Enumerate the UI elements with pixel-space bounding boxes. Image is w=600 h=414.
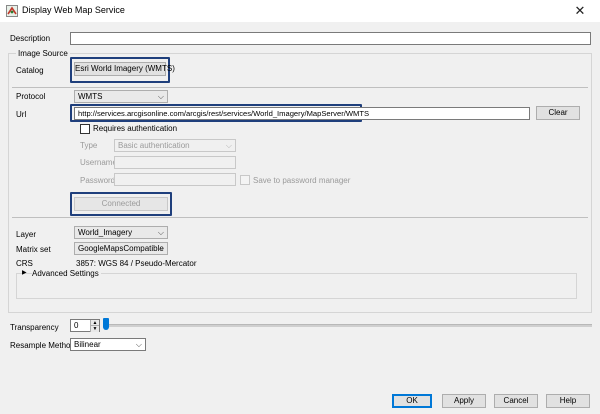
requires-auth-label: Requires authentication — [93, 124, 178, 133]
layer-label: Layer — [16, 230, 37, 239]
resample-value: Bilinear — [74, 340, 101, 349]
transparency-slider-track[interactable] — [104, 324, 592, 327]
protocol-value: WMTS — [78, 92, 103, 101]
chevron-down-icon: ⌵ — [157, 244, 164, 253]
app-icon — [6, 5, 18, 17]
close-button[interactable]: ✕ — [568, 2, 592, 20]
transparency-spinbox[interactable]: 0 ▲ ▼ — [70, 319, 100, 332]
description-input[interactable] — [70, 32, 591, 45]
transparency-value: 0 — [74, 321, 79, 330]
auth-type-label: Type — [80, 141, 98, 150]
image-source-group-label: Image Source — [16, 49, 70, 59]
username-input[interactable] — [114, 156, 236, 169]
ok-button[interactable]: OK — [392, 394, 432, 408]
catalog-button[interactable]: Esri World Imagery (WMTS) — [74, 62, 175, 76]
auth-type-value: Basic authentication — [118, 141, 190, 150]
separator — [12, 217, 588, 218]
resample-label: Resample Method — [10, 341, 75, 350]
catalog-label: Catalog — [16, 66, 44, 75]
save-password-label: Save to password manager — [253, 176, 351, 185]
cancel-button[interactable]: Cancel — [494, 394, 538, 408]
auth-type-select[interactable]: Basic authentication ⌵ — [114, 139, 236, 152]
separator — [12, 87, 588, 88]
protocol-label: Protocol — [16, 92, 46, 101]
window-title: Display Web Map Service — [22, 5, 125, 15]
matrix-set-value: GoogleMapsCompatible — [78, 244, 164, 253]
transparency-slider-thumb[interactable] — [103, 318, 109, 330]
password-label: Password — [80, 176, 116, 185]
password-input[interactable] — [114, 173, 236, 186]
close-icon: ✕ — [574, 3, 586, 18]
chevron-down-icon: ⌵ — [157, 228, 164, 237]
url-label: Url — [16, 110, 27, 119]
crs-value: 3857: WGS 84 / Pseudo-Mercator — [76, 259, 197, 268]
url-input[interactable]: http://services.arcgisonline.com/arcgis/… — [74, 107, 530, 120]
chevron-down-icon: ⌵ — [225, 141, 232, 150]
layer-value: World_Imagery — [78, 228, 133, 237]
resample-select[interactable]: Bilinear ⌵ — [70, 338, 146, 351]
matrix-set-label: Matrix set — [16, 245, 51, 254]
chevron-down-icon: ⌵ — [157, 92, 164, 101]
transparency-label: Transparency — [10, 323, 59, 332]
username-label: Username — [80, 158, 117, 167]
apply-button[interactable]: Apply — [442, 394, 486, 408]
description-label: Description — [10, 34, 51, 43]
layer-select[interactable]: World_Imagery ⌵ — [74, 226, 168, 239]
chevron-down-icon: ⌵ — [135, 340, 142, 349]
advanced-settings-label[interactable]: Advanced Settings — [32, 269, 101, 279]
help-button[interactable]: Help — [546, 394, 590, 408]
matrix-set-select[interactable]: GoogleMapsCompatible ⌵ — [74, 242, 168, 255]
save-password-checkbox[interactable] — [240, 175, 250, 185]
requires-auth-checkbox[interactable] — [80, 124, 90, 134]
spin-down-icon[interactable]: ▼ — [90, 326, 99, 332]
expand-icon[interactable]: ▶ — [22, 268, 27, 278]
protocol-select[interactable]: WMTS ⌵ — [74, 90, 168, 103]
connected-button[interactable]: Connected — [74, 197, 168, 211]
clear-button[interactable]: Clear — [536, 106, 580, 120]
